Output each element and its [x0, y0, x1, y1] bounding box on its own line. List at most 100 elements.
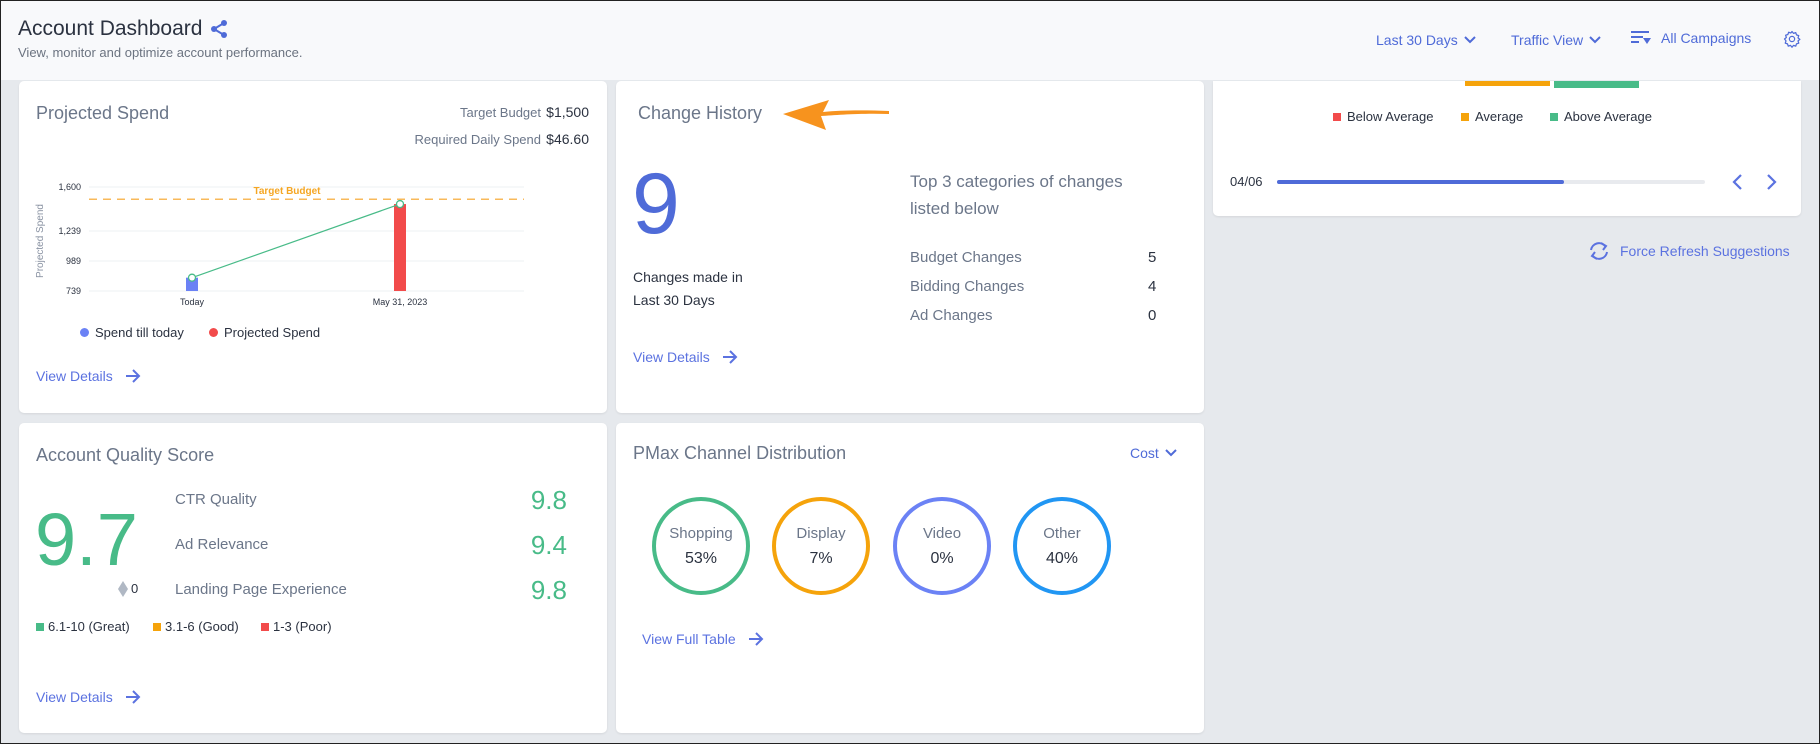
pager-progress-fill — [1277, 180, 1564, 184]
overall-quality-score: 9.7 — [35, 498, 138, 581]
view-details-link[interactable]: View Details — [36, 368, 141, 384]
projected-spend-chart: 739 989 1,239 1,600 Projected Spend Target Bu… — [35, 182, 524, 307]
settings-gear-icon[interactable] — [1783, 30, 1801, 48]
channel-other: Other 40% — [1013, 497, 1111, 595]
legend-label: Spend till today — [95, 325, 184, 340]
legend-swatch — [1461, 112, 1469, 121]
category-value: 0 — [1148, 307, 1157, 324]
card-title: Change History — [638, 103, 763, 123]
legend-poor: 1-3 (Poor) — [261, 619, 332, 634]
channel-shopping: Shopping 53% — [652, 497, 750, 595]
legend-label: 6.1-10 (Great) — [48, 619, 130, 634]
target-budget-line-label: Target Budget — [253, 186, 321, 197]
next-chevron-icon[interactable] — [1764, 173, 1778, 191]
view-details-label: View Details — [36, 368, 113, 384]
x-tick-label: May 31, 2023 — [373, 297, 428, 307]
legend-spend-till-today: Spend till today — [80, 325, 184, 340]
legend-average: Average — [1461, 109, 1523, 124]
pmax-distribution-card: PMax Channel Distribution Cost Shopping … — [616, 423, 1204, 733]
pager-label: 04/06 — [1230, 174, 1263, 189]
change-count: 9 — [632, 156, 680, 252]
share-icon[interactable] — [209, 19, 229, 39]
channel-label: Other — [1043, 524, 1081, 542]
trend-point — [395, 199, 405, 209]
view-details-link[interactable]: View Details — [36, 689, 141, 705]
view-details-label: View Details — [633, 349, 710, 365]
chevron-down-icon — [1464, 36, 1476, 44]
metric-value: 9.4 — [530, 530, 567, 560]
channel-video: Video 0% — [893, 497, 991, 595]
legend-projected-spend: Projected Spend — [209, 325, 320, 340]
previous-chevron-icon[interactable] — [1731, 173, 1745, 191]
trend-line — [191, 203, 401, 279]
legend-label: 1-3 (Poor) — [273, 619, 332, 634]
legend-swatch — [153, 622, 161, 631]
force-refresh-button[interactable]: Force Refresh Suggestions — [1588, 241, 1790, 261]
metric-dropdown-label: Cost — [1130, 445, 1159, 461]
legend-label: Above Average — [1564, 109, 1652, 124]
campaign-filter-label: All Campaigns — [1661, 30, 1752, 46]
score-change-value: 0 — [131, 581, 139, 596]
refresh-icon — [1590, 242, 1608, 260]
legend-dot — [209, 328, 218, 337]
changes-caption-line2: Last 30 Days — [633, 292, 715, 308]
date-range-label: Last 30 Days — [1376, 32, 1458, 48]
y-tick-label: 1,600 — [58, 182, 81, 192]
channel-label: Shopping — [669, 524, 733, 542]
no-change-diamond-icon — [118, 581, 128, 597]
metric-label: Ad Relevance — [175, 536, 269, 553]
legend-label: Average — [1475, 109, 1524, 124]
page-header: Account Dashboard View, monitor and opti… — [1, 1, 1819, 80]
legend-label: Projected Spend — [224, 325, 321, 340]
legend-label: Below Average — [1347, 109, 1434, 124]
y-tick-label: 739 — [66, 286, 81, 296]
channel-label: Display — [796, 524, 846, 542]
channel-value: 0% — [930, 549, 954, 567]
arrow-right-icon — [722, 350, 738, 364]
category-value: 5 — [1148, 249, 1157, 266]
trend-point — [187, 273, 197, 282]
view-details-link[interactable]: View Details — [633, 349, 738, 365]
metric-value: 9.8 — [530, 485, 567, 515]
view-full-table-link[interactable]: View Full Table — [642, 631, 764, 647]
force-refresh-label: Force Refresh Suggestions — [1620, 243, 1790, 259]
channel-label: Video — [922, 524, 962, 542]
category-label: Budget Changes — [910, 249, 1022, 266]
legend-swatch — [36, 622, 44, 631]
page-title: Account Dashboard — [18, 17, 203, 40]
card-title: Account Quality Score — [36, 445, 215, 465]
y-tick-label: 1,239 — [58, 226, 81, 236]
metric-dropdown[interactable]: Cost — [1130, 445, 1177, 461]
channel-value: 53% — [684, 549, 718, 567]
pager-progress-track — [1277, 180, 1705, 184]
arrow-right-icon — [748, 632, 764, 646]
campaign-filter-button[interactable]: All Campaigns — [1631, 30, 1751, 46]
legend-great: 6.1-10 (Great) — [36, 619, 130, 634]
category-label: Ad Changes — [910, 307, 993, 324]
metric-label: Landing Page Experience — [175, 581, 347, 598]
arrow-right-icon — [125, 369, 141, 383]
view-full-table-label: View Full Table — [642, 631, 736, 647]
legend-swatch — [1550, 112, 1558, 121]
quality-score-card: Account Quality Score 9.7 0 CTR Quality … — [19, 423, 607, 733]
x-tick-label: Today — [180, 297, 205, 307]
bar-projected-spend — [394, 204, 406, 291]
date-range-dropdown[interactable]: Last 30 Days — [1376, 32, 1476, 48]
channel-value: 40% — [1045, 549, 1079, 567]
category-label: Bidding Changes — [910, 278, 1025, 295]
chevron-down-icon — [1165, 449, 1177, 457]
top-categories-heading-line2: listed below — [910, 199, 999, 218]
annotation-arrow-icon — [783, 100, 889, 130]
legend-good: 3.1-6 (Good) — [153, 619, 239, 634]
legend-swatch — [1333, 112, 1341, 121]
channel-display: Display 7% — [772, 497, 870, 595]
projected-spend-card: Projected Spend Target Budget $1,500 Req… — [19, 81, 607, 413]
arrow-right-icon — [125, 690, 141, 704]
legend-swatch — [261, 622, 269, 631]
legend-label: 3.1-6 (Good) — [165, 619, 239, 634]
view-label: Traffic View — [1511, 32, 1584, 48]
benchmark-bar-above-average — [1554, 81, 1639, 88]
view-dropdown[interactable]: Traffic View — [1511, 32, 1601, 48]
legend-dot — [80, 328, 89, 337]
metric-label: CTR Quality — [175, 491, 257, 508]
